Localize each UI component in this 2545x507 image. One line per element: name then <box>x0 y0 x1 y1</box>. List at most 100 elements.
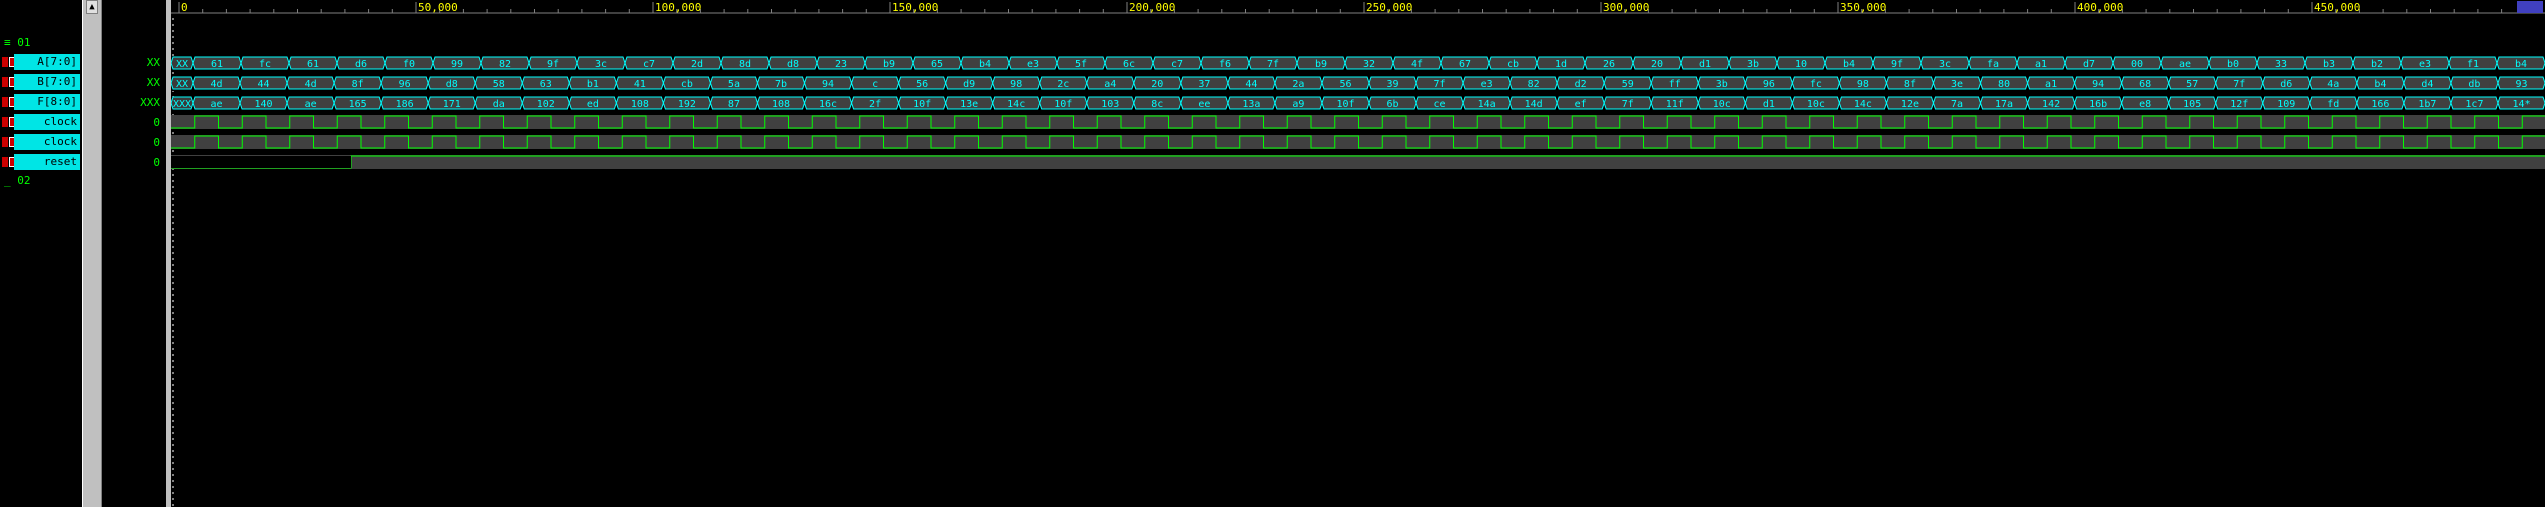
ruler-scroll-thumb <box>2517 1 2543 13</box>
bus-b-value-label: 2c <box>1057 79 1069 90</box>
bus-a-value-label: b4 <box>979 59 991 70</box>
ruler-label: 150,000 <box>892 1 938 14</box>
bus-b-value-label: XX <box>176 79 188 90</box>
bus-b-value-label: 56 <box>1339 79 1351 90</box>
bus-b-value-label: 93 <box>2515 79 2527 90</box>
bus-f-value-label: ef <box>1575 99 1587 110</box>
group-label: 02 <box>17 174 31 187</box>
bus-f-value-label: 16b <box>2089 99 2107 110</box>
scroll-up-icon[interactable]: ▲ <box>86 0 98 14</box>
bus-f-value-label: 2f <box>869 99 881 110</box>
bus-a-value-label: d1 <box>1699 59 1711 70</box>
bus-f-value-label: 186 <box>396 99 414 110</box>
bus-a-value-label: fc <box>259 59 271 70</box>
ruler-label: 200,000 <box>1129 1 1175 14</box>
bus-f-value-label: 14c <box>1007 99 1025 110</box>
ruler-label: 350,000 <box>1840 1 1886 14</box>
ruler-label: 0 <box>181 1 188 14</box>
bus-b-value-label: 5a <box>728 79 740 90</box>
value-clock-1: 0 <box>153 116 160 129</box>
bus-b-value-label: 58 <box>493 79 505 90</box>
bus-a-value-label: 20 <box>1651 59 1663 70</box>
bus-a-value-label: b9 <box>883 59 895 70</box>
bus-b-value-label: 63 <box>540 79 552 90</box>
signal-row-b[interactable]: B[7:0] <box>0 73 80 91</box>
waveform-canvas[interactable]: 0 50,000 100,000 150,000 200,000 250,000 300,0… <box>171 0 2545 507</box>
group-header-01[interactable]: ≡ 01 <box>4 36 31 49</box>
bus-b-value-label: db <box>2468 79 2480 90</box>
bus-b-value-label: 7b <box>775 79 787 90</box>
expand-icon[interactable] <box>2 97 8 107</box>
bus-a-value-label: 61 <box>211 59 223 70</box>
signal-row-clock-2[interactable]: clock <box>0 133 80 151</box>
bus-b-value-label: cb <box>681 79 693 90</box>
bus-a-value-label: 32 <box>1363 59 1375 70</box>
bus-a-value-label: c7 <box>1171 59 1183 70</box>
bus-b-value-label: 44 <box>258 79 270 90</box>
bus-a-value-label: 99 <box>451 59 463 70</box>
signal-row-reset[interactable]: reset <box>0 153 80 171</box>
bus-a-value-label: e3 <box>1027 59 1039 70</box>
bus-b-value-label: 68 <box>2139 79 2151 90</box>
bus-f-value-label: 12f <box>2230 99 2248 110</box>
bus-f-value-label: 192 <box>678 99 696 110</box>
bus-b-value-label: 57 <box>2186 79 2198 90</box>
time-ruler <box>171 0 2545 14</box>
splitter-scrollbar[interactable]: ▲ <box>82 0 102 507</box>
bus-a-value-label: 2d <box>691 59 703 70</box>
value-reset: 0 <box>153 156 160 169</box>
signal-row-a[interactable]: A[7:0] <box>0 53 80 71</box>
bus-b-value-label: 39 <box>1386 79 1398 90</box>
value-a: XX <box>146 56 160 69</box>
bus-b-value-label: 96 <box>1763 79 1775 90</box>
bus-b-value-label: 96 <box>399 79 411 90</box>
bus-a-value-label: a1 <box>2035 59 2047 70</box>
expand-icon[interactable] <box>2 57 8 67</box>
bus-a-value-label: XX <box>176 59 188 70</box>
bus-a-value-label: 10 <box>1795 59 1807 70</box>
bus-f-value-label: 14d <box>1525 99 1543 110</box>
bus-f-value-label: 14c <box>1854 99 1872 110</box>
bus-b-value-label: b4 <box>2374 79 2386 90</box>
bus-b-value-label: 4a <box>2327 79 2339 90</box>
bus-f-value-label: 10f <box>913 99 931 110</box>
bus-f-value-label: 7f <box>1622 99 1634 110</box>
bus-f-value-label: 17a <box>1995 99 2013 110</box>
bus-a-value-label: 23 <box>835 59 847 70</box>
ruler-label: 50,000 <box>418 1 458 14</box>
bus-b-value-label: a4 <box>1104 79 1116 90</box>
bus-b-value-label: 3e <box>1951 79 1963 90</box>
bus-b-value-label: fc <box>1810 79 1822 90</box>
bus-a-value-label: d7 <box>2083 59 2095 70</box>
bus-a-value-label: ae <box>2179 59 2191 70</box>
bus-b-value-label: c <box>872 79 878 90</box>
ruler-label: 450,000 <box>2314 1 2360 14</box>
signal-row-f[interactable]: F[8:0] <box>0 93 80 111</box>
signal-row-clock-1[interactable]: clock <box>0 113 80 131</box>
bus-f-value-label: 105 <box>2183 99 2201 110</box>
group-header-02[interactable]: _ 02 <box>4 174 31 187</box>
bus-a-value-label: 3c <box>595 59 607 70</box>
waveform-pane[interactable]: 0 50,000 100,000 150,000 200,000 250,000 300,0… <box>171 0 2545 507</box>
bus-f-value-label: 8c <box>1151 99 1163 110</box>
value-f: XXX <box>140 96 160 109</box>
bus-a-value-label: 6c <box>1123 59 1135 70</box>
ruler-label: 400,000 <box>2077 1 2123 14</box>
bus-f-value-label: ae <box>210 99 222 110</box>
signal-icon <box>2 117 8 127</box>
bus-b-value-label: a1 <box>2045 79 2057 90</box>
bus-a-value-label: d8 <box>787 59 799 70</box>
bus-b-value-label: e3 <box>1481 79 1493 90</box>
bus-f-value-label: 103 <box>1101 99 1119 110</box>
bus-a-value-label: 3c <box>1939 59 1951 70</box>
bus-f-value-label: 14* <box>2512 99 2530 110</box>
bus-f-value-label: 108 <box>631 99 649 110</box>
bus-f-value-label: 13e <box>960 99 978 110</box>
bus-f-value-label: da <box>493 99 505 110</box>
bus-a-value-label: f6 <box>1219 59 1231 70</box>
bus-a-value-label: b2 <box>2371 59 2383 70</box>
value-pane: XX XX XXX 0 0 0 <box>102 0 166 507</box>
expand-icon[interactable] <box>2 77 8 87</box>
bus-f-value-label: 142 <box>2042 99 2060 110</box>
bus-f-value-label: 109 <box>2277 99 2295 110</box>
